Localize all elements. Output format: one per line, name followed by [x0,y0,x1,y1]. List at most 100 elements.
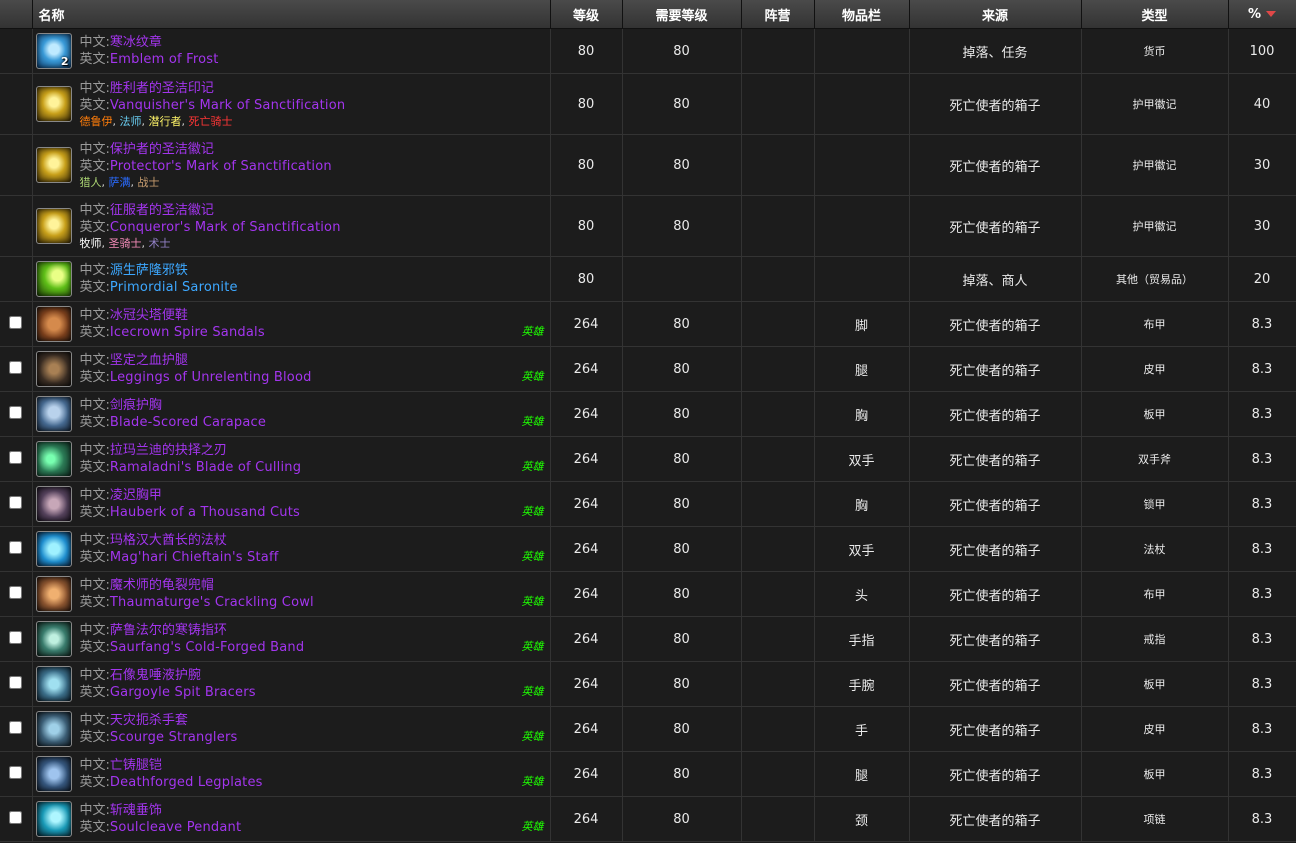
item-name-en[interactable]: Saurfang's Cold-Forged Band [110,640,304,655]
leggings-icon[interactable] [35,351,72,387]
class-druid[interactable]: 德鲁伊 [80,115,113,128]
header-name[interactable]: 名称 [32,0,551,29]
header-pct[interactable]: % [1228,0,1296,29]
item-name-cn[interactable]: 坚定之血护腿 [110,353,188,368]
item-name-cn[interactable]: 保护者的圣洁徽记 [110,142,214,157]
item-pct: 100 [1228,28,1296,74]
item-name-en[interactable]: Icecrown Spire Sandals [110,325,265,340]
item-name-cell: 中文:萨鲁法尔的寒铸指环 英文:Saurfang's Cold-Forged B… [32,616,551,662]
row-checkbox[interactable] [9,405,23,419]
class-mage[interactable]: 法师 [120,115,142,128]
item-level: 80 [550,195,623,257]
item-name-en[interactable]: Conqueror's Mark of Sanctification [110,220,341,235]
item-name-en[interactable]: Scourge Stranglers [110,730,238,745]
row-checkbox[interactable] [9,540,23,554]
item-name-cn[interactable]: 天灾扼杀手套 [110,713,188,728]
item-name-en[interactable]: Mag'hari Chieftain's Staff [110,550,279,565]
header-type[interactable]: 类型 [1081,0,1229,29]
row-checkbox[interactable] [9,675,23,689]
row-checkbox[interactable] [9,765,23,779]
row-checkbox[interactable] [9,315,23,329]
row-checkbox[interactable] [9,495,23,509]
legplates-icon[interactable] [35,756,72,792]
item-name-cn[interactable]: 冰冠尖塔便鞋 [110,308,188,323]
class-hunter[interactable]: 猎人 [80,176,102,189]
item-name-en[interactable]: Gargoyle Spit Bracers [110,685,256,700]
item-name-en[interactable]: Ramaladni's Blade of Culling [110,460,301,475]
mark-of-sanctification-icon[interactable] [35,147,72,183]
class-warlock[interactable]: 术士 [149,237,171,250]
row-checkbox-cell [0,616,33,662]
item-type: 皮甲 [1081,706,1229,752]
cowl-icon[interactable] [35,576,72,612]
header-req-level[interactable]: 需要等级 [622,0,742,29]
row-checkbox[interactable] [9,450,23,464]
item-name-cn[interactable]: 寒冰纹章 [110,35,162,50]
item-name-en[interactable]: Soulcleave Pendant [110,820,241,835]
item-name-en[interactable]: Hauberk of a Thousand Cuts [110,505,300,520]
class-warrior[interactable]: 战士 [138,176,160,189]
item-name-cn[interactable]: 亡铸腿铠 [110,758,162,773]
item-name-cn[interactable]: 萨鲁法尔的寒铸指环 [110,623,227,638]
class-death-knight[interactable]: 死亡骑士 [189,115,233,128]
axe-icon[interactable] [35,441,72,477]
item-name-en[interactable]: Protector's Mark of Sanctification [110,159,332,174]
item-faction [741,436,815,482]
item-name-cn[interactable]: 剑痕护胸 [110,398,162,413]
row-checkbox[interactable] [9,810,23,824]
row-checkbox[interactable] [9,585,23,599]
hauberk-icon[interactable] [35,486,72,522]
item-name-en[interactable]: Vanquisher's Mark of Sanctification [110,98,345,113]
item-name-en[interactable]: Primordial Saronite [110,280,238,295]
row-checkbox[interactable] [9,360,23,374]
gloves-icon[interactable] [35,711,72,747]
item-name-cn[interactable]: 石像鬼唾液护腕 [110,668,201,683]
item-slot: 手指 [814,616,910,662]
mark-of-sanctification-icon[interactable] [35,86,72,122]
row-checkbox[interactable] [9,630,23,644]
header-faction[interactable]: 阵营 [741,0,815,29]
label-cn: 中文: [79,488,110,503]
primordial-saronite-icon[interactable] [35,261,72,297]
item-name-cn[interactable]: 魔术师的龟裂兜帽 [110,578,214,593]
class-shaman[interactable]: 萨满 [109,176,131,189]
item-name-cn[interactable]: 胜利者的圣洁印记 [110,81,214,96]
bracers-icon[interactable] [35,666,72,702]
sandals-icon[interactable] [35,306,72,342]
item-name-en[interactable]: Emblem of Frost [110,52,219,67]
item-slot: 颈 [814,796,910,842]
item-name-cn[interactable]: 源生萨隆邪铁 [110,263,188,278]
carapace-icon[interactable] [35,396,72,432]
item-slot [814,195,910,257]
item-req-level: 80 [622,526,742,572]
item-name-cell: 中文:凌迟胸甲 英文:Hauberk of a Thousand Cuts 英雄 [32,481,551,527]
item-source: 掉落、商人 [909,256,1082,302]
item-name-en[interactable]: Thaumaturge's Crackling Cowl [110,595,314,610]
item-name-cell: 中文:保护者的圣洁徽记 英文:Protector's Mark of Sanct… [32,134,551,196]
item-name-cn[interactable]: 征服者的圣洁徽记 [110,203,214,218]
class-list: 猎人, 萨满, 战士 [79,175,160,189]
item-level: 264 [550,616,623,662]
item-faction [741,195,815,257]
item-name-en[interactable]: Deathforged Legplates [110,775,263,790]
item-type: 其他（贸易品） [1081,256,1229,302]
class-paladin[interactable]: 圣骑士 [109,237,142,250]
item-name-cn[interactable]: 凌迟胸甲 [110,488,162,503]
item-name-en[interactable]: Blade-Scored Carapace [110,415,266,430]
item-name-cn[interactable]: 斩魂垂饰 [110,803,162,818]
mark-of-sanctification-icon[interactable] [35,208,72,244]
ring-icon[interactable] [35,621,72,657]
header-level[interactable]: 等级 [550,0,623,29]
item-name-cn[interactable]: 拉玛兰迪的抉择之刃 [110,443,227,458]
class-priest[interactable]: 牧师 [80,237,102,250]
item-name-en[interactable]: Leggings of Unrelenting Blood [110,370,312,385]
header-source[interactable]: 来源 [909,0,1082,29]
staff-icon[interactable] [35,531,72,567]
emblem-of-frost-icon[interactable]: 2 [35,33,72,69]
header-slot[interactable]: 物品栏 [814,0,910,29]
row-checkbox[interactable] [9,720,23,734]
item-name-cell: 中文:胜利者的圣洁印记 英文:Vanquisher's Mark of Sanc… [32,73,551,135]
pendant-icon[interactable] [35,801,72,837]
item-name-cn[interactable]: 玛格汉大酋长的法杖 [110,533,227,548]
class-rogue[interactable]: 潜行者 [149,115,182,128]
